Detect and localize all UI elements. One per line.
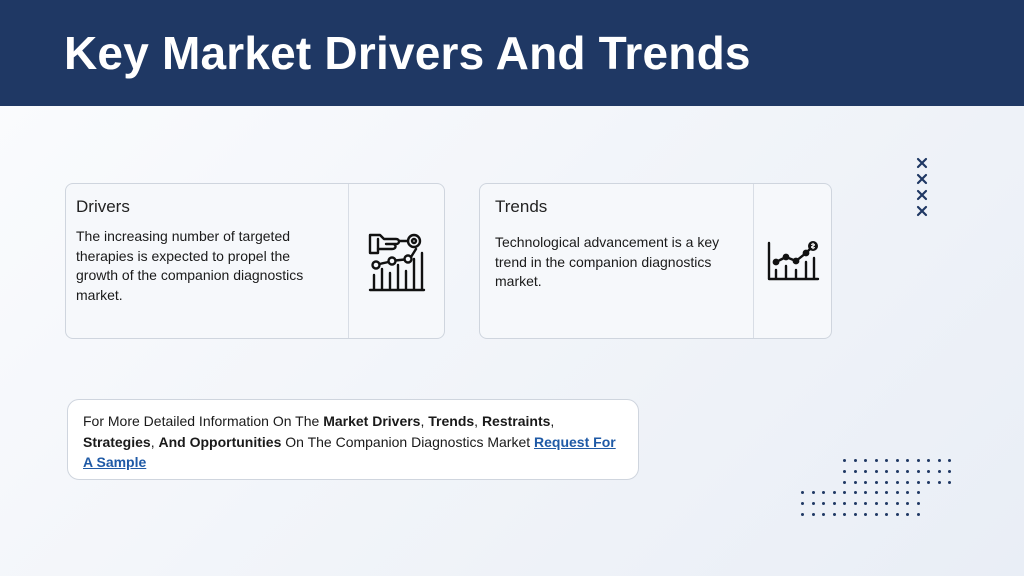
decor-dot: [885, 513, 888, 516]
x-marks-icon: [916, 157, 928, 217]
decor-dot: [885, 481, 888, 484]
decor-dot: [801, 513, 804, 516]
decor-dot: [906, 491, 909, 494]
decor-dot: [822, 491, 825, 494]
info-bold-opportunities: And Opportunities: [158, 433, 282, 450]
decor-dot: [874, 513, 878, 516]
decor-dot: [916, 491, 920, 494]
decor-dot: [885, 470, 888, 473]
info-bold-strategies: Strategies: [83, 433, 151, 450]
more-info-box: For More Detailed Information On The Mar…: [67, 399, 639, 480]
drivers-text: The increasing number of targeted therap…: [76, 228, 304, 303]
decor-dot: [853, 481, 857, 484]
decor-dot: [927, 470, 930, 473]
decor-dot: [885, 491, 888, 494]
decor-dot: [853, 502, 857, 505]
decor-dot: [948, 470, 951, 473]
decor-dot: [853, 459, 857, 462]
trends-card: Trends Technological advancement is a ke…: [479, 183, 832, 339]
decor-dot: [843, 491, 846, 494]
decor-dot: [948, 459, 951, 462]
info-bold-trends: Trends: [428, 413, 475, 429]
decor-dot: [916, 513, 920, 516]
decor-dot: [822, 513, 825, 516]
decor-dot: [874, 481, 878, 484]
decor-dot: [916, 481, 920, 484]
decor-dot: [864, 513, 867, 516]
decor-dot: [843, 513, 846, 516]
decor-dot: [811, 502, 815, 505]
decor-dot: [885, 502, 888, 505]
decor-dot: [916, 459, 920, 462]
drivers-card: Drivers The increasing number of targete…: [65, 183, 445, 339]
decor-dot: [937, 481, 941, 484]
info-bold-restraints: Restraints: [481, 413, 551, 429]
page-title: Key Market Drivers And Trends: [64, 27, 751, 79]
decor-dot: [801, 502, 804, 505]
decor-dot: [832, 513, 836, 516]
info-text: For More Detailed Information On The: [83, 413, 324, 429]
decor-dot: [895, 491, 899, 494]
decor-dot: [895, 481, 899, 484]
info-text: On The Companion Diagnostics Market: [281, 433, 535, 450]
decor-dot: [937, 459, 941, 462]
decor-dot: [811, 491, 815, 494]
decor-dot: [853, 491, 857, 494]
decor-dot: [885, 459, 888, 462]
drivers-heading: Drivers: [76, 197, 130, 216]
decor-dot: [895, 470, 899, 473]
decor-dot: [874, 470, 878, 473]
decor-dot: [832, 491, 836, 494]
decor-dot: [874, 502, 878, 505]
decor-dot: [832, 502, 836, 505]
decor-dot: [895, 459, 899, 462]
decor-dot: [843, 470, 846, 473]
decor-dot: [853, 470, 857, 473]
decor-dot: [906, 470, 909, 473]
decor-dot: [864, 502, 867, 505]
decor-dot: [853, 513, 857, 516]
info-bold-drivers: Market Drivers: [323, 413, 421, 429]
info-text: ,: [474, 413, 482, 429]
decor-dot: [874, 491, 878, 494]
decor-dot: [895, 513, 899, 516]
decor-dot: [843, 481, 846, 484]
decor-dot: [874, 459, 878, 462]
decor-dot: [916, 502, 920, 505]
decor-dot: [927, 459, 930, 462]
decor-dot: [937, 470, 941, 473]
decor-dot: [864, 481, 867, 484]
decor-dot: [906, 513, 909, 516]
decor-dot: [843, 502, 846, 505]
trends-heading: Trends: [495, 197, 548, 216]
decor-dot: [864, 491, 867, 494]
decor-dot: [864, 459, 867, 462]
decor-dot: [906, 502, 909, 505]
decor-dot: [948, 481, 951, 484]
decor-dot: [801, 491, 804, 494]
decor-dot: [906, 459, 909, 462]
decor-dot: [927, 481, 930, 484]
decor-dot: [916, 470, 920, 473]
decor-dot: [811, 513, 815, 516]
decor-dot: [906, 481, 909, 484]
decor-dot: [895, 502, 899, 505]
decor-dot: [843, 459, 846, 462]
info-text: ,: [550, 413, 555, 429]
decor-dot: [822, 502, 825, 505]
header-bar: Key Market Drivers And Trends: [0, 0, 1024, 106]
growth-chart-dollar-icon: [767, 241, 819, 281]
hand-chart-icon: [368, 233, 425, 292]
decor-dot: [864, 470, 867, 473]
trends-text: Technological advancement is a key trend…: [495, 234, 720, 289]
